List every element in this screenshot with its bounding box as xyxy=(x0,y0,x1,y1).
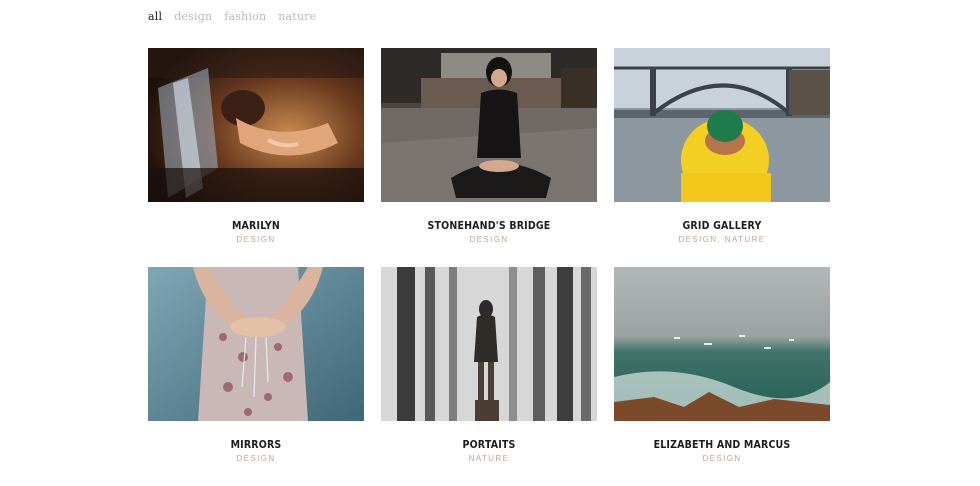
portfolio-image[interactable] xyxy=(381,267,597,421)
photo-woman-reflection xyxy=(148,48,364,202)
portfolio-title[interactable]: ELIZABETH AND MARCUS xyxy=(629,438,815,451)
filter-all[interactable]: all xyxy=(148,10,162,23)
portfolio-title[interactable]: PORTAITS xyxy=(396,438,582,451)
photo-bridge-green-hat xyxy=(614,48,830,202)
filter-bar: all design fashion nature xyxy=(148,10,316,23)
photo-foggy-sea xyxy=(614,267,830,421)
portfolio-title[interactable]: STONEHAND'S BRIDGE xyxy=(396,219,582,232)
portfolio-category[interactable]: DESIGN xyxy=(148,454,364,463)
portfolio-category[interactable]: DESIGN, NATURE xyxy=(614,235,830,244)
filter-nature[interactable]: nature xyxy=(278,10,316,23)
portfolio-category[interactable]: DESIGN xyxy=(381,235,597,244)
portfolio-image[interactable] xyxy=(148,48,364,202)
portfolio-category[interactable]: DESIGN xyxy=(614,454,830,463)
photo-man-forest xyxy=(381,267,597,421)
filter-fashion[interactable]: fashion xyxy=(224,10,266,23)
portfolio-category[interactable]: NATURE xyxy=(381,454,597,463)
portfolio-title[interactable]: MARILYN xyxy=(163,219,349,232)
photo-woman-sitting-floor xyxy=(381,48,597,202)
photo-hands-water xyxy=(148,267,364,421)
portfolio-title[interactable]: GRID GALLERY xyxy=(629,219,815,232)
portfolio-item[interactable]: GRID GALLERY DESIGN, NATURE xyxy=(614,48,830,267)
portfolio-grid: MARILYN DESIGN STONEHAND'S BRIDGE DESIGN xyxy=(148,48,831,486)
portfolio-image[interactable] xyxy=(614,267,830,421)
portfolio-title[interactable]: MIRRORS xyxy=(163,438,349,451)
portfolio-item[interactable]: MIRRORS DESIGN xyxy=(148,267,364,486)
portfolio-image[interactable] xyxy=(614,48,830,202)
portfolio-item[interactable]: ELIZABETH AND MARCUS DESIGN xyxy=(614,267,830,486)
portfolio-category[interactable]: DESIGN xyxy=(148,235,364,244)
portfolio-image[interactable] xyxy=(148,267,364,421)
portfolio-image[interactable] xyxy=(381,48,597,202)
portfolio-item[interactable]: STONEHAND'S BRIDGE DESIGN xyxy=(381,48,597,267)
portfolio-item[interactable]: MARILYN DESIGN xyxy=(148,48,364,267)
portfolio-item[interactable]: PORTAITS NATURE xyxy=(381,267,597,486)
filter-design[interactable]: design xyxy=(174,10,212,23)
